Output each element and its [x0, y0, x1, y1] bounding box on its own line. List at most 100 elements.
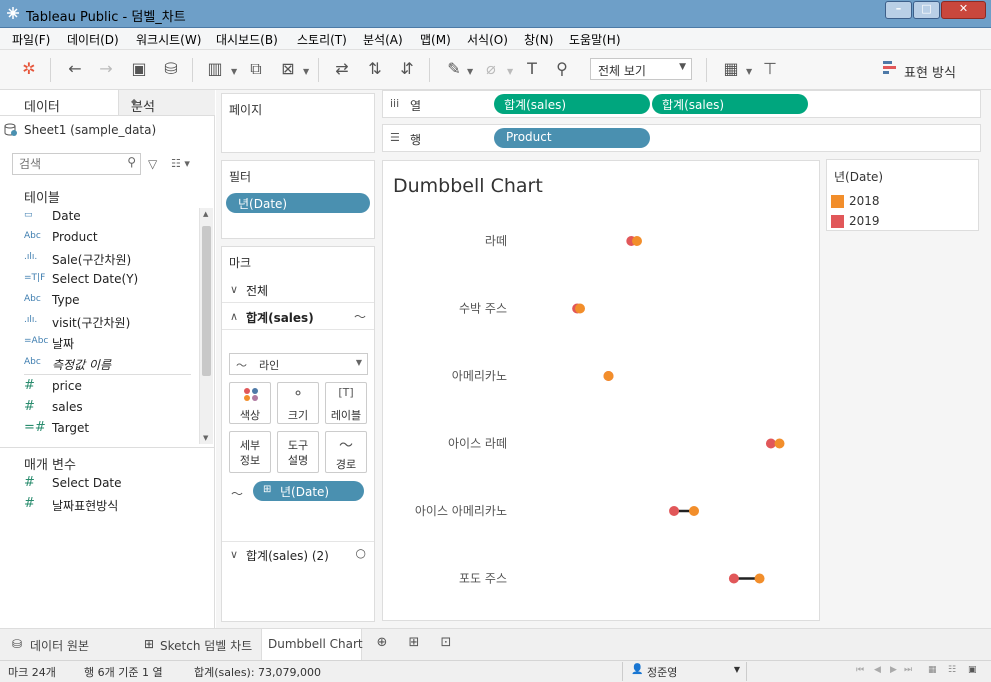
scrollbar-thumb[interactable] — [202, 226, 211, 376]
legend-item-2018[interactable]: 2018 — [831, 192, 978, 210]
filmstrip-view-icon[interactable]: ▣ — [968, 665, 977, 675]
marks-all-row[interactable]: ∨ 전체 — [222, 277, 374, 303]
clear-sheet-icon[interactable]: ⊠ — [276, 58, 300, 80]
point-2019[interactable] — [728, 573, 739, 584]
point-2018[interactable] — [774, 438, 785, 449]
label-button[interactable]: [T] 레이블 — [325, 382, 367, 424]
detail-button[interactable]: 세부 정보 — [229, 431, 271, 473]
group-members-icon[interactable]: ⌀ — [479, 58, 503, 80]
path-button[interactable]: 〜 경로 — [325, 431, 367, 473]
sort-ascending-icon[interactable]: ⇅ — [363, 58, 387, 80]
tab-data-source[interactable]: ⛁ 데이터 원본 — [0, 629, 134, 660]
tab-data[interactable]: 데이터 — [0, 90, 118, 116]
field-item[interactable]: Abc Product — [24, 229, 199, 249]
chevron-down-icon[interactable]: ▼ — [467, 67, 474, 76]
redo-icon[interactable]: → — [94, 58, 118, 80]
presentation-mode-icon[interactable]: ⊤ — [758, 58, 782, 80]
new-worksheet-icon[interactable]: ▥ — [203, 58, 227, 80]
save-icon[interactable]: ▣ — [127, 58, 151, 80]
new-datasource-icon[interactable]: ⛁ — [159, 58, 183, 80]
columns-pill-sum-sales-1[interactable]: 합계(sales) — [494, 94, 650, 114]
tooltip-button[interactable]: 도구 설명 — [277, 431, 319, 473]
point-2019[interactable] — [669, 506, 680, 516]
user-menu[interactable]: 👤 정준영 ▼ — [622, 662, 747, 681]
columns-pill-sum-sales-2[interactable]: 합계(sales) — [652, 94, 808, 114]
field-item[interactable]: .ılı. visit(구간차원) — [24, 313, 199, 333]
menu-file[interactable]: 파일(F) — [12, 31, 50, 48]
sort-descending-icon[interactable]: ⇵ — [395, 58, 419, 80]
field-item[interactable]: =Abc 날짜 — [24, 334, 199, 354]
field-item[interactable]: =# Target — [24, 420, 199, 442]
new-story-icon[interactable]: ⊡ — [436, 635, 456, 655]
color-button[interactable]: 색상 — [229, 382, 271, 424]
filters-card[interactable]: 필터 년(Date) — [221, 160, 375, 239]
size-button[interactable]: ⚬ 크기 — [277, 382, 319, 424]
point-2018[interactable] — [632, 236, 642, 246]
duplicate-sheet-icon[interactable]: ⧉ — [244, 58, 268, 80]
list-view-icon[interactable]: ☷ ▾ — [171, 157, 190, 170]
minimize-button[interactable]: – — [885, 1, 912, 19]
menu-dashboard[interactable]: 대시보드(B) — [216, 31, 278, 48]
scroll-up-icon[interactable]: ▲ — [203, 210, 208, 218]
field-item[interactable]: .ılı. Sale(구간차원) — [24, 250, 199, 270]
menu-data[interactable]: 데이터(D) — [67, 31, 119, 48]
rows-pill-product[interactable]: Product — [494, 128, 650, 148]
field-item[interactable]: Abc Type — [24, 292, 199, 312]
previous-page-icon[interactable]: ◀ — [874, 665, 881, 675]
point-2018[interactable] — [575, 303, 585, 314]
filter-icon[interactable]: ▽ — [148, 157, 157, 171]
legend-item-2019[interactable]: 2019 — [831, 212, 978, 230]
menu-story[interactable]: 스토리(T) — [297, 31, 347, 48]
fit-view-select[interactable]: 전체 보기 ▼ — [590, 58, 692, 80]
menu-window[interactable]: 창(N) — [524, 31, 553, 48]
tab-sketch-dumbbell[interactable]: ⊞ Sketch 덤벨 차트 — [134, 629, 261, 660]
menu-map[interactable]: 맵(M) — [420, 31, 451, 48]
pages-card[interactable]: 페이지 — [221, 93, 375, 153]
new-worksheet-icon[interactable]: ⊕ — [372, 635, 392, 655]
menu-format[interactable]: 서식(O) — [467, 31, 508, 48]
field-item[interactable]: ▭ Date — [24, 208, 199, 228]
parameter-item[interactable]: # Select Date — [24, 475, 199, 495]
marks-pill-year-date[interactable]: ⊞ 년(Date) — [253, 481, 364, 501]
grid-view-icon[interactable]: ▦ — [928, 665, 937, 675]
chevron-down-icon[interactable]: ▼ — [507, 67, 514, 76]
close-button[interactable]: ✕ — [941, 1, 986, 19]
menu-help[interactable]: 도움말(H) — [569, 31, 621, 48]
point-2018[interactable] — [754, 573, 765, 584]
columns-shelf[interactable]: iii 열 합계(sales) 합계(sales) — [382, 90, 981, 118]
last-page-icon[interactable]: ⏭ — [904, 665, 912, 675]
tab-analysis[interactable]: 분석 ◆ — [118, 90, 215, 116]
show-mark-labels-icon[interactable]: T — [520, 58, 544, 80]
tableau-home-icon[interactable]: ✲ — [17, 58, 41, 80]
next-page-icon[interactable]: ▶ — [890, 665, 897, 675]
field-item[interactable]: # sales — [24, 399, 199, 419]
marks-card[interactable]: 마크 ∨ 전체 ∧ 합계(sales) 〜 〜 라인 ▼ 색상 ⚬ 크기 [T]… — [221, 246, 375, 622]
dumbbell-chart[interactable]: 라떼수박 주스아메리카노아이스 라떼아이스 아메리카노포도 주스 — [383, 161, 819, 620]
first-page-icon[interactable]: ⏮ — [856, 665, 864, 675]
chevron-down-icon[interactable]: ▼ — [231, 67, 238, 76]
show-cards-icon[interactable]: ▦ — [719, 58, 743, 80]
filter-pill-year-date[interactable]: 년(Date) — [226, 193, 370, 213]
maximize-button[interactable]: □ — [913, 1, 940, 19]
point-2019[interactable] — [765, 438, 776, 449]
chevron-down-icon[interactable]: ▼ — [746, 67, 753, 76]
field-item[interactable]: =T|F Select Date(Y) — [24, 271, 199, 291]
menu-worksheet[interactable]: 워크시트(W) — [136, 31, 201, 48]
new-dashboard-icon[interactable]: ⊞ — [404, 635, 424, 655]
swap-rows-columns-icon[interactable]: ⇄ — [330, 58, 354, 80]
tab-dumbbell-chart[interactable]: Dumbbell Chart — [261, 629, 363, 660]
undo-icon[interactable]: ← — [63, 58, 87, 80]
search-box[interactable]: ⚲ — [12, 153, 141, 175]
search-input[interactable] — [19, 156, 119, 172]
field-item[interactable]: # price — [24, 378, 199, 398]
point-2018[interactable] — [689, 506, 699, 516]
mark-type-select[interactable]: 〜 라인 ▼ — [229, 353, 368, 375]
pin-axes-icon[interactable]: ⚲ — [550, 58, 574, 80]
highlight-icon[interactable]: ✎ — [442, 58, 466, 80]
datasource-item[interactable]: Sheet1 (sample_data) — [4, 123, 156, 137]
parameter-item[interactable]: # 날짜표현방식 — [24, 496, 199, 516]
list-view-icon[interactable]: ☷ — [948, 665, 956, 675]
menu-analysis[interactable]: 분석(A) — [363, 31, 403, 48]
rows-shelf[interactable]: ☰ 행 Product — [382, 124, 981, 152]
color-legend[interactable]: 년(Date) 2018 2019 — [826, 159, 979, 231]
